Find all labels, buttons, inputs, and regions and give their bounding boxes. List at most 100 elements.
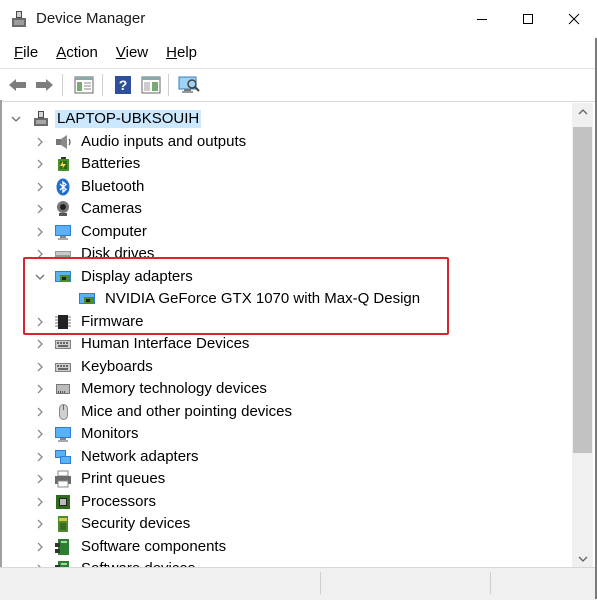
battery-icon — [58, 157, 69, 171]
chevron-right-icon[interactable] — [34, 428, 46, 440]
tree-item-label: Audio inputs and outputs — [81, 132, 247, 150]
chevron-right-icon[interactable] — [34, 383, 46, 395]
keyboard-icon — [55, 362, 71, 372]
chevron-right-icon[interactable] — [34, 496, 46, 508]
scan-hardware-button[interactable] — [177, 73, 201, 97]
category-item[interactable]: Monitors — [2, 423, 572, 445]
menu-bar: File Action View Help — [0, 38, 597, 68]
highlight-box — [23, 257, 449, 335]
category-item[interactable]: Software devices — [2, 558, 572, 567]
chevron-right-icon[interactable] — [34, 158, 46, 170]
scroll-down-button[interactable] — [572, 550, 593, 567]
title-bar: Device Manager — [0, 0, 597, 38]
mouse-icon — [59, 403, 68, 420]
tree-item-label: Keyboards — [81, 357, 153, 375]
chevron-right-icon[interactable] — [34, 136, 46, 148]
security-device-icon — [58, 516, 68, 532]
vertical-scrollbar[interactable] — [572, 103, 593, 567]
category-item[interactable]: Mice and other pointing devices — [2, 401, 572, 423]
properties-button[interactable] — [72, 73, 96, 97]
tree-root[interactable]: LAPTOP-UBKSOUIH — [2, 108, 572, 130]
window-title: Device Manager — [36, 10, 146, 27]
category-item[interactable]: Keyboards — [2, 356, 572, 378]
toolbar: ? — [0, 68, 597, 102]
chevron-right-icon[interactable] — [34, 338, 46, 350]
category-item[interactable]: Software components — [2, 536, 572, 558]
show-hide-pane-icon — [141, 76, 161, 94]
forward-arrow-icon — [36, 79, 53, 91]
tree-item-label: Processors — [81, 492, 157, 510]
tree-item-label: Monitors — [81, 425, 139, 442]
chevron-right-icon[interactable] — [34, 518, 46, 530]
software-device-icon — [55, 561, 69, 567]
tree-item-label: Bluetooth — [81, 177, 145, 195]
status-bar — [0, 567, 597, 600]
tree-item-label: Memory technology devices — [81, 380, 267, 397]
minimize-icon — [477, 19, 487, 20]
category-item[interactable]: Batteries — [2, 153, 572, 175]
speaker-icon — [56, 134, 71, 149]
scan-hardware-icon — [178, 76, 200, 93]
category-item[interactable]: Security devices — [2, 513, 572, 535]
tree-item-label: Print queues — [81, 470, 166, 487]
tree-root-label: LAPTOP-UBKSOUIH — [55, 110, 202, 128]
category-item[interactable]: Computer — [2, 221, 572, 243]
category-item[interactable]: Processors — [2, 491, 572, 513]
category-item[interactable]: Cameras — [2, 198, 572, 220]
tree-item-label: Security devices — [81, 515, 191, 532]
monitor-icon — [55, 224, 71, 240]
chevron-right-icon[interactable] — [34, 473, 46, 485]
chevron-right-icon[interactable] — [34, 361, 46, 373]
back-arrow-icon — [9, 79, 26, 91]
tree-item-label: Software devices — [81, 560, 195, 567]
chevron-right-icon[interactable] — [34, 226, 46, 238]
show-hide-button[interactable] — [139, 73, 163, 97]
menu-file[interactable]: File — [5, 41, 47, 65]
help-button[interactable]: ? — [111, 73, 135, 97]
chevron-right-icon[interactable] — [34, 181, 46, 193]
minimize-button[interactable] — [459, 0, 505, 38]
printer-icon — [55, 470, 71, 488]
chevron-up-icon — [578, 108, 587, 114]
scroll-thumb[interactable] — [573, 127, 592, 453]
chevron-down-icon — [578, 556, 587, 562]
chevron-right-icon[interactable] — [34, 451, 46, 463]
category-item[interactable]: Network adapters — [2, 446, 572, 468]
chevron-right-icon[interactable] — [34, 203, 46, 215]
menu-view[interactable]: View — [107, 41, 157, 65]
category-item[interactable]: Human Interface Devices — [2, 333, 572, 355]
category-item[interactable]: Print queues — [2, 468, 572, 490]
keyboard-icon — [55, 340, 71, 349]
tree-item-label: Mice and other pointing devices — [81, 402, 292, 420]
forward-button[interactable] — [32, 73, 56, 97]
device-tree[interactable]: LAPTOP-UBKSOUIH Audio inputs and outputs… — [2, 103, 572, 567]
chevron-right-icon[interactable] — [34, 541, 46, 553]
maximize-button[interactable] — [505, 0, 551, 38]
network-icon — [55, 449, 71, 464]
close-icon — [568, 13, 580, 25]
device-manager-icon — [12, 11, 26, 27]
bluetooth-icon — [56, 178, 70, 195]
tree-item-label: Human Interface Devices — [81, 335, 250, 352]
chevron-right-icon[interactable] — [34, 406, 46, 418]
software-component-icon — [55, 538, 69, 555]
category-item[interactable]: Memory technology devices — [2, 378, 572, 400]
help-icon: ? — [115, 76, 131, 94]
category-item[interactable]: Audio inputs and outputs — [2, 131, 572, 153]
svg-text:?: ? — [119, 77, 128, 93]
tree-item-label: Software components — [81, 537, 227, 555]
tree-item-label: Batteries — [81, 155, 141, 172]
memory-card-icon — [56, 384, 70, 394]
scroll-up-button[interactable] — [572, 103, 593, 120]
close-button[interactable] — [551, 0, 597, 38]
menu-action[interactable]: Action — [47, 41, 107, 65]
category-item[interactable]: Bluetooth — [2, 176, 572, 198]
menu-help[interactable]: Help — [157, 41, 206, 65]
tree-item-label: Computer — [81, 222, 147, 240]
back-button[interactable] — [6, 73, 30, 97]
chevron-down-icon[interactable] — [10, 113, 22, 125]
computer-icon — [34, 111, 48, 126]
tree-item-label: Network adapters — [81, 447, 199, 465]
camera-icon — [57, 201, 69, 216]
monitor-icon — [55, 427, 71, 442]
